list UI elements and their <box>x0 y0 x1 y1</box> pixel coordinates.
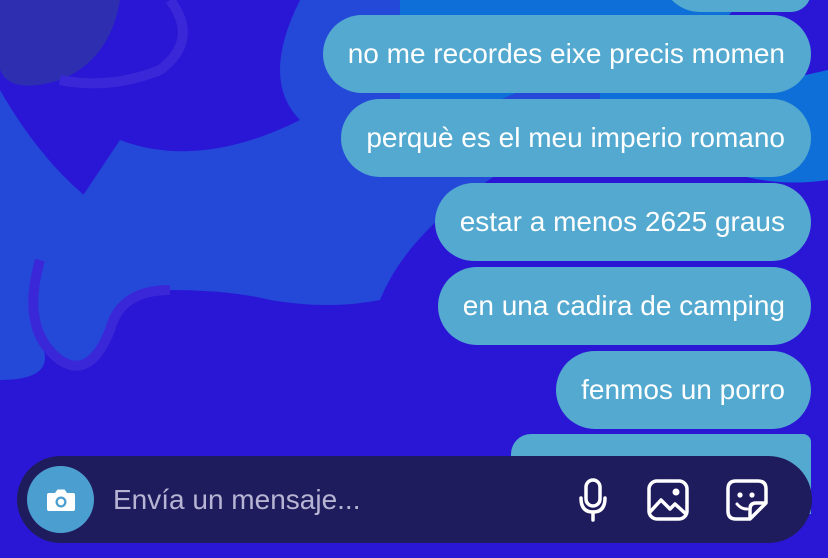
message-text: fenmos un porro <box>581 374 785 405</box>
message-bubble[interactable]: perquè es el meu imperio romano <box>341 99 811 177</box>
message-text: perquè es el meu imperio romano <box>366 122 785 153</box>
camera-icon <box>46 489 75 511</box>
message-text: en una cadira de camping <box>462 290 785 321</box>
image-icon <box>647 479 689 521</box>
microphone-icon <box>579 478 607 522</box>
message-composer: Envía un mensaje... <box>17 456 812 543</box>
sticker-button[interactable] <box>723 476 771 524</box>
message-input[interactable]: Envía un mensaje... <box>113 456 360 543</box>
message-text: estar a menos 2625 graus <box>459 206 785 237</box>
message-bubble[interactable]: no me recordes eixe precis momen <box>322 15 811 93</box>
camera-button[interactable] <box>27 466 94 533</box>
message-bubble[interactable]: estar a menos 2625 graus <box>434 183 811 261</box>
sticker-icon <box>726 479 768 521</box>
gallery-button[interactable] <box>644 476 692 524</box>
message-text: no me recordes eixe precis momen <box>347 38 785 69</box>
message-bubble[interactable]: fenmos un porro <box>556 351 811 429</box>
microphone-button[interactable] <box>569 476 617 524</box>
message-bubble[interactable]: en una cadira de camping <box>437 267 811 345</box>
